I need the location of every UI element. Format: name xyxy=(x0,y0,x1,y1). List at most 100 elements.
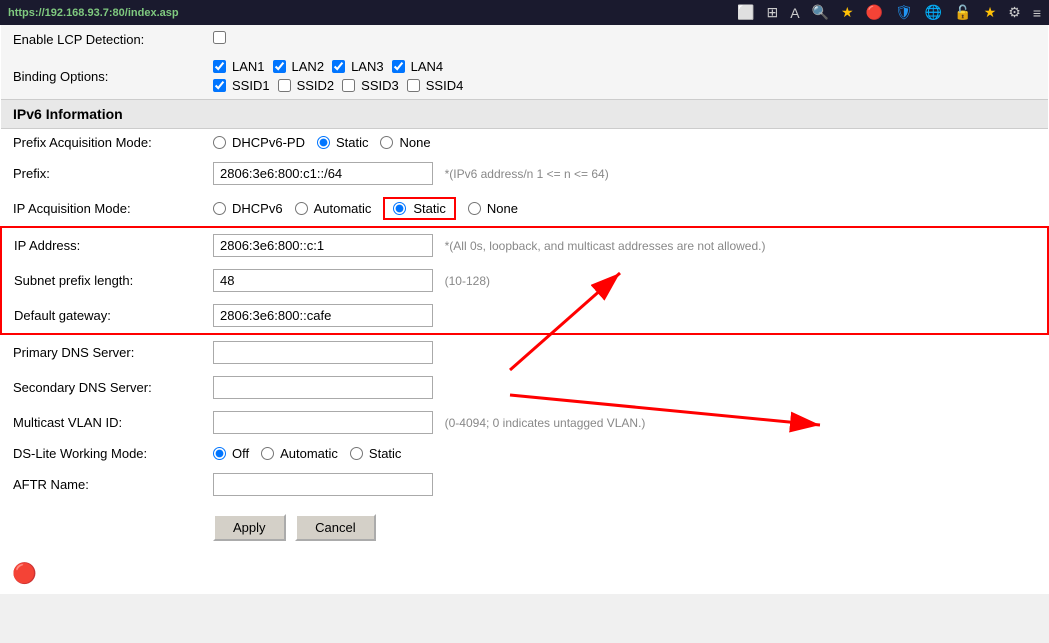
ssid-checkboxes: SSID1 SSID2 SSID3 SSID4 xyxy=(213,78,1036,93)
prefix-value-cell: 2806:3e6:800:c1::/64 *(IPv6 address/n 1 … xyxy=(201,156,1048,191)
search-icon: 🔍 xyxy=(812,4,829,21)
secondary-dns-value xyxy=(201,370,1048,405)
ssid3-label: SSID3 xyxy=(361,78,399,93)
grid-icon: ⊞ xyxy=(767,4,779,21)
ip-address-row: IP Address: *(All 0s, loopback, and mult… xyxy=(1,227,1048,263)
enable-lcp-checkbox[interactable] xyxy=(213,31,226,44)
lan1-option[interactable]: LAN1 xyxy=(213,59,265,74)
prefix-static-option[interactable]: Static xyxy=(317,135,369,150)
lan1-label: LAN1 xyxy=(232,59,265,74)
page-content: Enable LCP Detection: Binding Options: L… xyxy=(0,25,1049,594)
ip-acq-row: IP Acquisition Mode: DHCPv6 Automatic St… xyxy=(1,191,1048,227)
prefix-acq-row: Prefix Acquisition Mode: DHCPv6-PD Stati… xyxy=(1,129,1048,157)
ssid3-option[interactable]: SSID3 xyxy=(342,78,399,93)
prefix-none-radio[interactable] xyxy=(380,136,393,149)
shield-icon: 🛡 xyxy=(895,4,913,21)
lan3-option[interactable]: LAN3 xyxy=(332,59,384,74)
dslite-off-radio[interactable] xyxy=(213,447,226,460)
prefix-static-radio[interactable] xyxy=(317,136,330,149)
multicast-vlan-row: Multicast VLAN ID: (0-4094; 0 indicates … xyxy=(1,405,1048,440)
ip-acq-radios: DHCPv6 Automatic Static None xyxy=(213,197,1036,220)
ip-automatic-label: Automatic xyxy=(314,201,372,216)
ssid3-checkbox[interactable] xyxy=(342,79,355,92)
ssid1-checkbox[interactable] xyxy=(213,79,226,92)
dslite-static-option[interactable]: Static xyxy=(350,446,402,461)
dslite-automatic-option[interactable]: Automatic xyxy=(261,446,338,461)
dslite-static-radio[interactable] xyxy=(350,447,363,460)
subnet-hint: (10-128) xyxy=(445,274,490,288)
ssid4-checkbox[interactable] xyxy=(407,79,420,92)
prefix-dhcpv6pd-radio[interactable] xyxy=(213,136,226,149)
ssid1-option[interactable]: SSID1 xyxy=(213,78,270,93)
binding-options-row: Binding Options: LAN1 LAN2 LAN3 xyxy=(1,53,1048,100)
primary-dns-value xyxy=(201,334,1048,370)
ip-address-input[interactable] xyxy=(213,234,433,257)
gateway-input[interactable] xyxy=(213,304,433,327)
dslite-label: DS-Lite Working Mode: xyxy=(1,440,201,467)
dslite-automatic-radio[interactable] xyxy=(261,447,274,460)
dslite-row: DS-Lite Working Mode: Off Automatic Stat… xyxy=(1,440,1048,467)
extension-icon: ⚙ xyxy=(1008,4,1021,21)
ssid2-label: SSID2 xyxy=(297,78,335,93)
aftr-row: AFTR Name: xyxy=(1,467,1048,502)
ip-dhcpv6-label: DHCPv6 xyxy=(232,201,283,216)
ssid1-label: SSID1 xyxy=(232,78,270,93)
prefix-acq-radios: DHCPv6-PD Static None xyxy=(213,135,1036,150)
multicast-vlan-input[interactable] xyxy=(213,411,433,434)
prefix-input[interactable]: 2806:3e6:800:c1::/64 xyxy=(213,162,433,185)
binding-checkboxes: LAN1 LAN2 LAN3 LAN4 xyxy=(213,59,1036,74)
aftr-input[interactable] xyxy=(213,473,433,496)
ssid2-checkbox[interactable] xyxy=(278,79,291,92)
ip-dhcpv6-option[interactable]: DHCPv6 xyxy=(213,201,283,216)
prefix-none-label: None xyxy=(399,135,430,150)
secondary-dns-row: Secondary DNS Server: xyxy=(1,370,1048,405)
dslite-off-option[interactable]: Off xyxy=(213,446,249,461)
menu-icon: ≡ xyxy=(1033,5,1041,21)
enable-lcp-label: Enable LCP Detection: xyxy=(1,25,201,53)
tracker-icon: 🔴 xyxy=(866,4,883,21)
dslite-static-label: Static xyxy=(369,446,402,461)
prefix-row: Prefix: 2806:3e6:800:c1::/64 *(IPv6 addr… xyxy=(1,156,1048,191)
form-table: Enable LCP Detection: Binding Options: L… xyxy=(0,25,1049,553)
primary-dns-row: Primary DNS Server: xyxy=(1,334,1048,370)
prefix-none-option[interactable]: None xyxy=(380,135,430,150)
tab-icon: ⬜ xyxy=(737,4,754,21)
lan2-option[interactable]: LAN2 xyxy=(273,59,325,74)
gateway-row: Default gateway: xyxy=(1,298,1048,334)
dslite-value: Off Automatic Static xyxy=(201,440,1048,467)
cancel-button[interactable]: Cancel xyxy=(295,514,375,541)
lan4-checkbox[interactable] xyxy=(392,60,405,73)
primary-dns-label: Primary DNS Server: xyxy=(1,334,201,370)
subnet-input[interactable] xyxy=(213,269,433,292)
ip-none-label: None xyxy=(487,201,518,216)
secondary-dns-input[interactable] xyxy=(213,376,433,399)
ip-automatic-radio[interactable] xyxy=(295,202,308,215)
ip-static-option[interactable]: Static xyxy=(383,197,456,220)
ip-address-hint: *(All 0s, loopback, and multicast addres… xyxy=(445,239,766,253)
prefix-dhcpv6pd-option[interactable]: DHCPv6-PD xyxy=(213,135,305,150)
primary-dns-input[interactable] xyxy=(213,341,433,364)
lan3-checkbox[interactable] xyxy=(332,60,345,73)
ip-acq-value: DHCPv6 Automatic Static None xyxy=(201,191,1048,227)
lan4-label: LAN4 xyxy=(411,59,444,74)
ip-automatic-option[interactable]: Automatic xyxy=(295,201,372,216)
ip-none-radio[interactable] xyxy=(468,202,481,215)
ip-static-radio[interactable] xyxy=(393,202,406,215)
subnet-value-cell: (10-128) xyxy=(201,263,1048,298)
prefix-dhcpv6pd-label: DHCPv6-PD xyxy=(232,135,305,150)
ssid4-option[interactable]: SSID4 xyxy=(407,78,464,93)
multicast-hint: (0-4094; 0 indicates untagged VLAN.) xyxy=(445,416,646,430)
lan2-checkbox[interactable] xyxy=(273,60,286,73)
url-bar[interactable]: https://192.168.93.7:80/index.asp xyxy=(8,7,179,19)
ip-none-option[interactable]: None xyxy=(468,201,518,216)
apply-button[interactable]: Apply xyxy=(213,514,286,541)
lan1-checkbox[interactable] xyxy=(213,60,226,73)
ssid2-option[interactable]: SSID2 xyxy=(278,78,335,93)
ip-acq-label: IP Acquisition Mode: xyxy=(1,191,201,227)
prefix-hint: *(IPv6 address/n 1 <= n <= 64) xyxy=(445,167,609,181)
browser-bar: https://192.168.93.7:80/index.asp ⬜ ⊞ A … xyxy=(0,0,1049,25)
gateway-value-cell xyxy=(201,298,1048,334)
lan4-option[interactable]: LAN4 xyxy=(392,59,444,74)
ip-dhcpv6-radio[interactable] xyxy=(213,202,226,215)
secondary-dns-label: Secondary DNS Server: xyxy=(1,370,201,405)
